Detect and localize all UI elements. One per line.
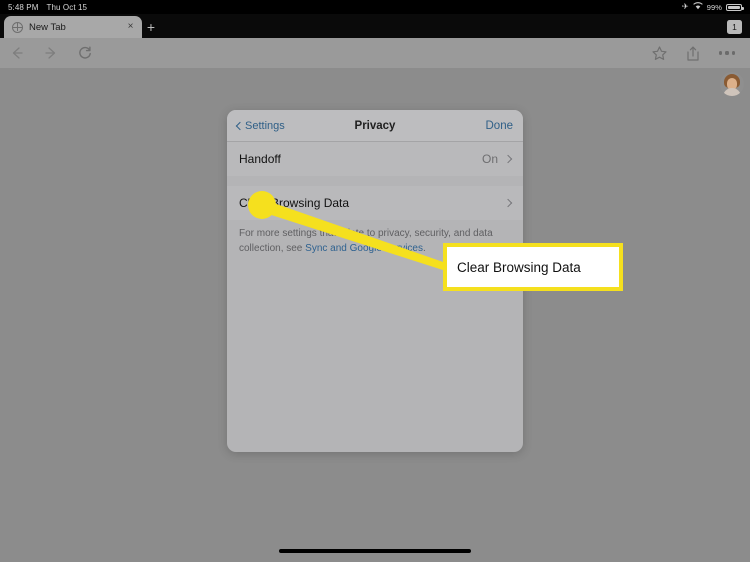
- device-screen: 5:48 PM Thu Oct 15 ✈ 99% New Tab × + 1 S…: [0, 0, 750, 562]
- row-clear-browsing-data-label: Clear Browsing Data: [239, 196, 350, 210]
- reload-icon: [77, 45, 93, 61]
- share-button[interactable]: [676, 38, 710, 68]
- tab-strip: New Tab × + 1: [0, 14, 750, 38]
- list-group-separator: [227, 176, 523, 186]
- globe-icon: [12, 21, 23, 33]
- wifi-icon: [692, 2, 703, 12]
- status-bar-right: ✈ 99%: [681, 2, 744, 12]
- row-clear-browsing-data-right: [503, 198, 513, 208]
- privacy-settings-dialog: Settings Privacy Done Handoff On Clear B…: [227, 110, 523, 452]
- chevron-right-icon: [503, 154, 513, 164]
- browser-tab[interactable]: New Tab ×: [4, 16, 142, 38]
- three-dots-icon: [719, 51, 735, 55]
- menu-button[interactable]: [710, 38, 744, 68]
- row-handoff-right: On: [481, 152, 513, 166]
- status-bar-left: 5:48 PM Thu Oct 15: [8, 3, 87, 12]
- home-indicator: [279, 549, 471, 553]
- battery-icon: [726, 3, 744, 11]
- airplane-icon: ✈: [681, 2, 689, 11]
- footer-text-after: .: [423, 243, 426, 254]
- status-date: Thu Oct 15: [46, 2, 88, 12]
- settings-list-handoff: Handoff On: [227, 142, 523, 176]
- star-icon: [651, 45, 668, 62]
- tab-count-badge[interactable]: 1: [727, 20, 742, 34]
- chevron-left-icon: [235, 121, 245, 130]
- new-tab-button[interactable]: +: [142, 18, 160, 36]
- status-time: 5:48 PM: [8, 2, 39, 12]
- avatar[interactable]: [720, 72, 744, 96]
- back-button[interactable]: [0, 38, 34, 68]
- sync-and-google-services-link[interactable]: Sync and Google Services: [305, 243, 423, 254]
- forward-arrow-icon: [43, 45, 59, 61]
- row-handoff-value: On: [481, 152, 498, 166]
- share-icon: [685, 45, 701, 62]
- reload-button[interactable]: [68, 38, 102, 68]
- done-button[interactable]: Done: [486, 120, 514, 132]
- status-bar: 5:48 PM Thu Oct 15 ✈ 99%: [0, 0, 750, 14]
- browser-toolbar: [0, 38, 750, 68]
- tab-title: New Tab: [29, 21, 66, 33]
- battery-percent: 99%: [706, 2, 722, 12]
- row-clear-browsing-data[interactable]: Clear Browsing Data: [227, 186, 523, 220]
- close-icon[interactable]: ×: [125, 22, 136, 32]
- row-handoff-label: Handoff: [239, 152, 281, 166]
- back-label: Settings: [245, 119, 285, 132]
- privacy-footer-note: For more settings that relate to privacy…: [227, 220, 523, 256]
- toolbar-right-group: [642, 38, 750, 68]
- row-handoff[interactable]: Handoff On: [227, 142, 523, 176]
- chevron-right-icon: [503, 198, 513, 208]
- forward-button[interactable]: [34, 38, 68, 68]
- bookmark-button[interactable]: [642, 38, 676, 68]
- settings-list-clear-data: Clear Browsing Data: [227, 186, 523, 220]
- back-to-settings-button[interactable]: Settings: [235, 119, 285, 132]
- dialog-nav-bar: Settings Privacy Done: [227, 110, 523, 142]
- back-arrow-icon: [9, 45, 25, 61]
- avatar-body: [723, 88, 741, 96]
